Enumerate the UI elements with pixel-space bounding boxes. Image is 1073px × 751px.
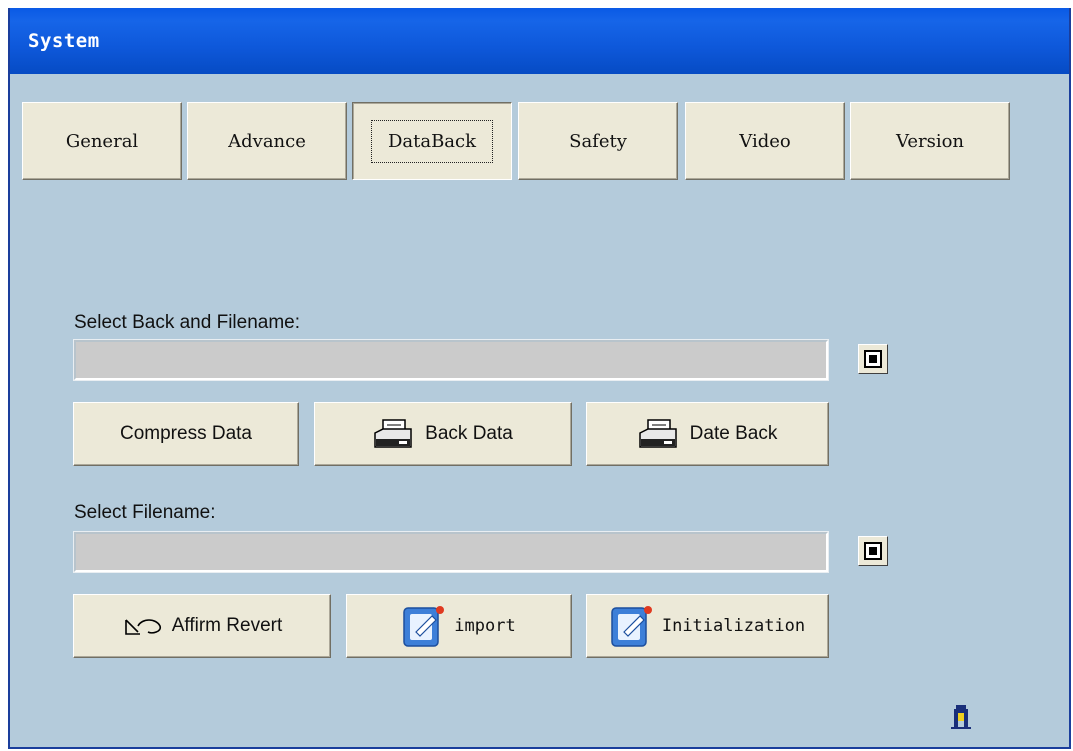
- import-button[interactable]: import: [346, 594, 572, 658]
- backup-filename-field[interactable]: [73, 339, 829, 381]
- tab-advance[interactable]: Advance: [187, 102, 347, 180]
- back-data-label: Back Data: [425, 423, 513, 444]
- tab-label: DataBack: [370, 119, 494, 163]
- window-title: System: [28, 30, 100, 52]
- tab-version[interactable]: Version: [850, 102, 1010, 180]
- drive-icon: [638, 419, 677, 448]
- tab-video[interactable]: Video: [685, 102, 845, 180]
- initialization-button[interactable]: Initialization: [586, 594, 829, 658]
- affirm-revert-button[interactable]: Affirm Revert: [73, 594, 331, 658]
- title-bar[interactable]: System: [10, 8, 1069, 74]
- tab-databack[interactable]: DataBack: [352, 102, 512, 180]
- restore-filename-label: Select Filename:: [74, 502, 216, 523]
- exit-door-icon[interactable]: [950, 704, 972, 730]
- tab-label: Advance: [228, 130, 306, 152]
- backup-browse-button[interactable]: [858, 344, 888, 374]
- affirm-revert-label: Affirm Revert: [171, 615, 283, 636]
- tab-safety[interactable]: Safety: [518, 102, 678, 180]
- compress-data-label: Compress Data: [120, 423, 252, 444]
- app-document-icon: [611, 606, 652, 647]
- import-label: import: [454, 616, 516, 636]
- back-data-button[interactable]: Back Data: [314, 402, 572, 466]
- restore-filename-field[interactable]: [73, 531, 829, 573]
- tab-label: General: [65, 130, 139, 152]
- browse-icon: [864, 350, 882, 368]
- initialization-label: Initialization: [661, 616, 806, 636]
- compress-data-button[interactable]: Compress Data: [73, 402, 299, 466]
- restore-browse-button[interactable]: [858, 536, 888, 566]
- tab-label: Safety: [569, 130, 627, 152]
- revert-arrow-icon: [124, 619, 161, 635]
- backup-filename-label: Select Back and Filename:: [74, 312, 301, 333]
- date-back-label: Date Back: [689, 423, 778, 444]
- system-window: System General Advance DataBack Safety V…: [8, 8, 1071, 749]
- date-back-button[interactable]: Date Back: [586, 402, 829, 466]
- browse-icon: [864, 542, 882, 560]
- app-document-icon: [403, 606, 445, 647]
- tab-label: Version: [895, 130, 965, 152]
- tab-general[interactable]: General: [22, 102, 182, 180]
- drive-icon: [374, 419, 412, 448]
- tab-label: Video: [739, 130, 791, 152]
